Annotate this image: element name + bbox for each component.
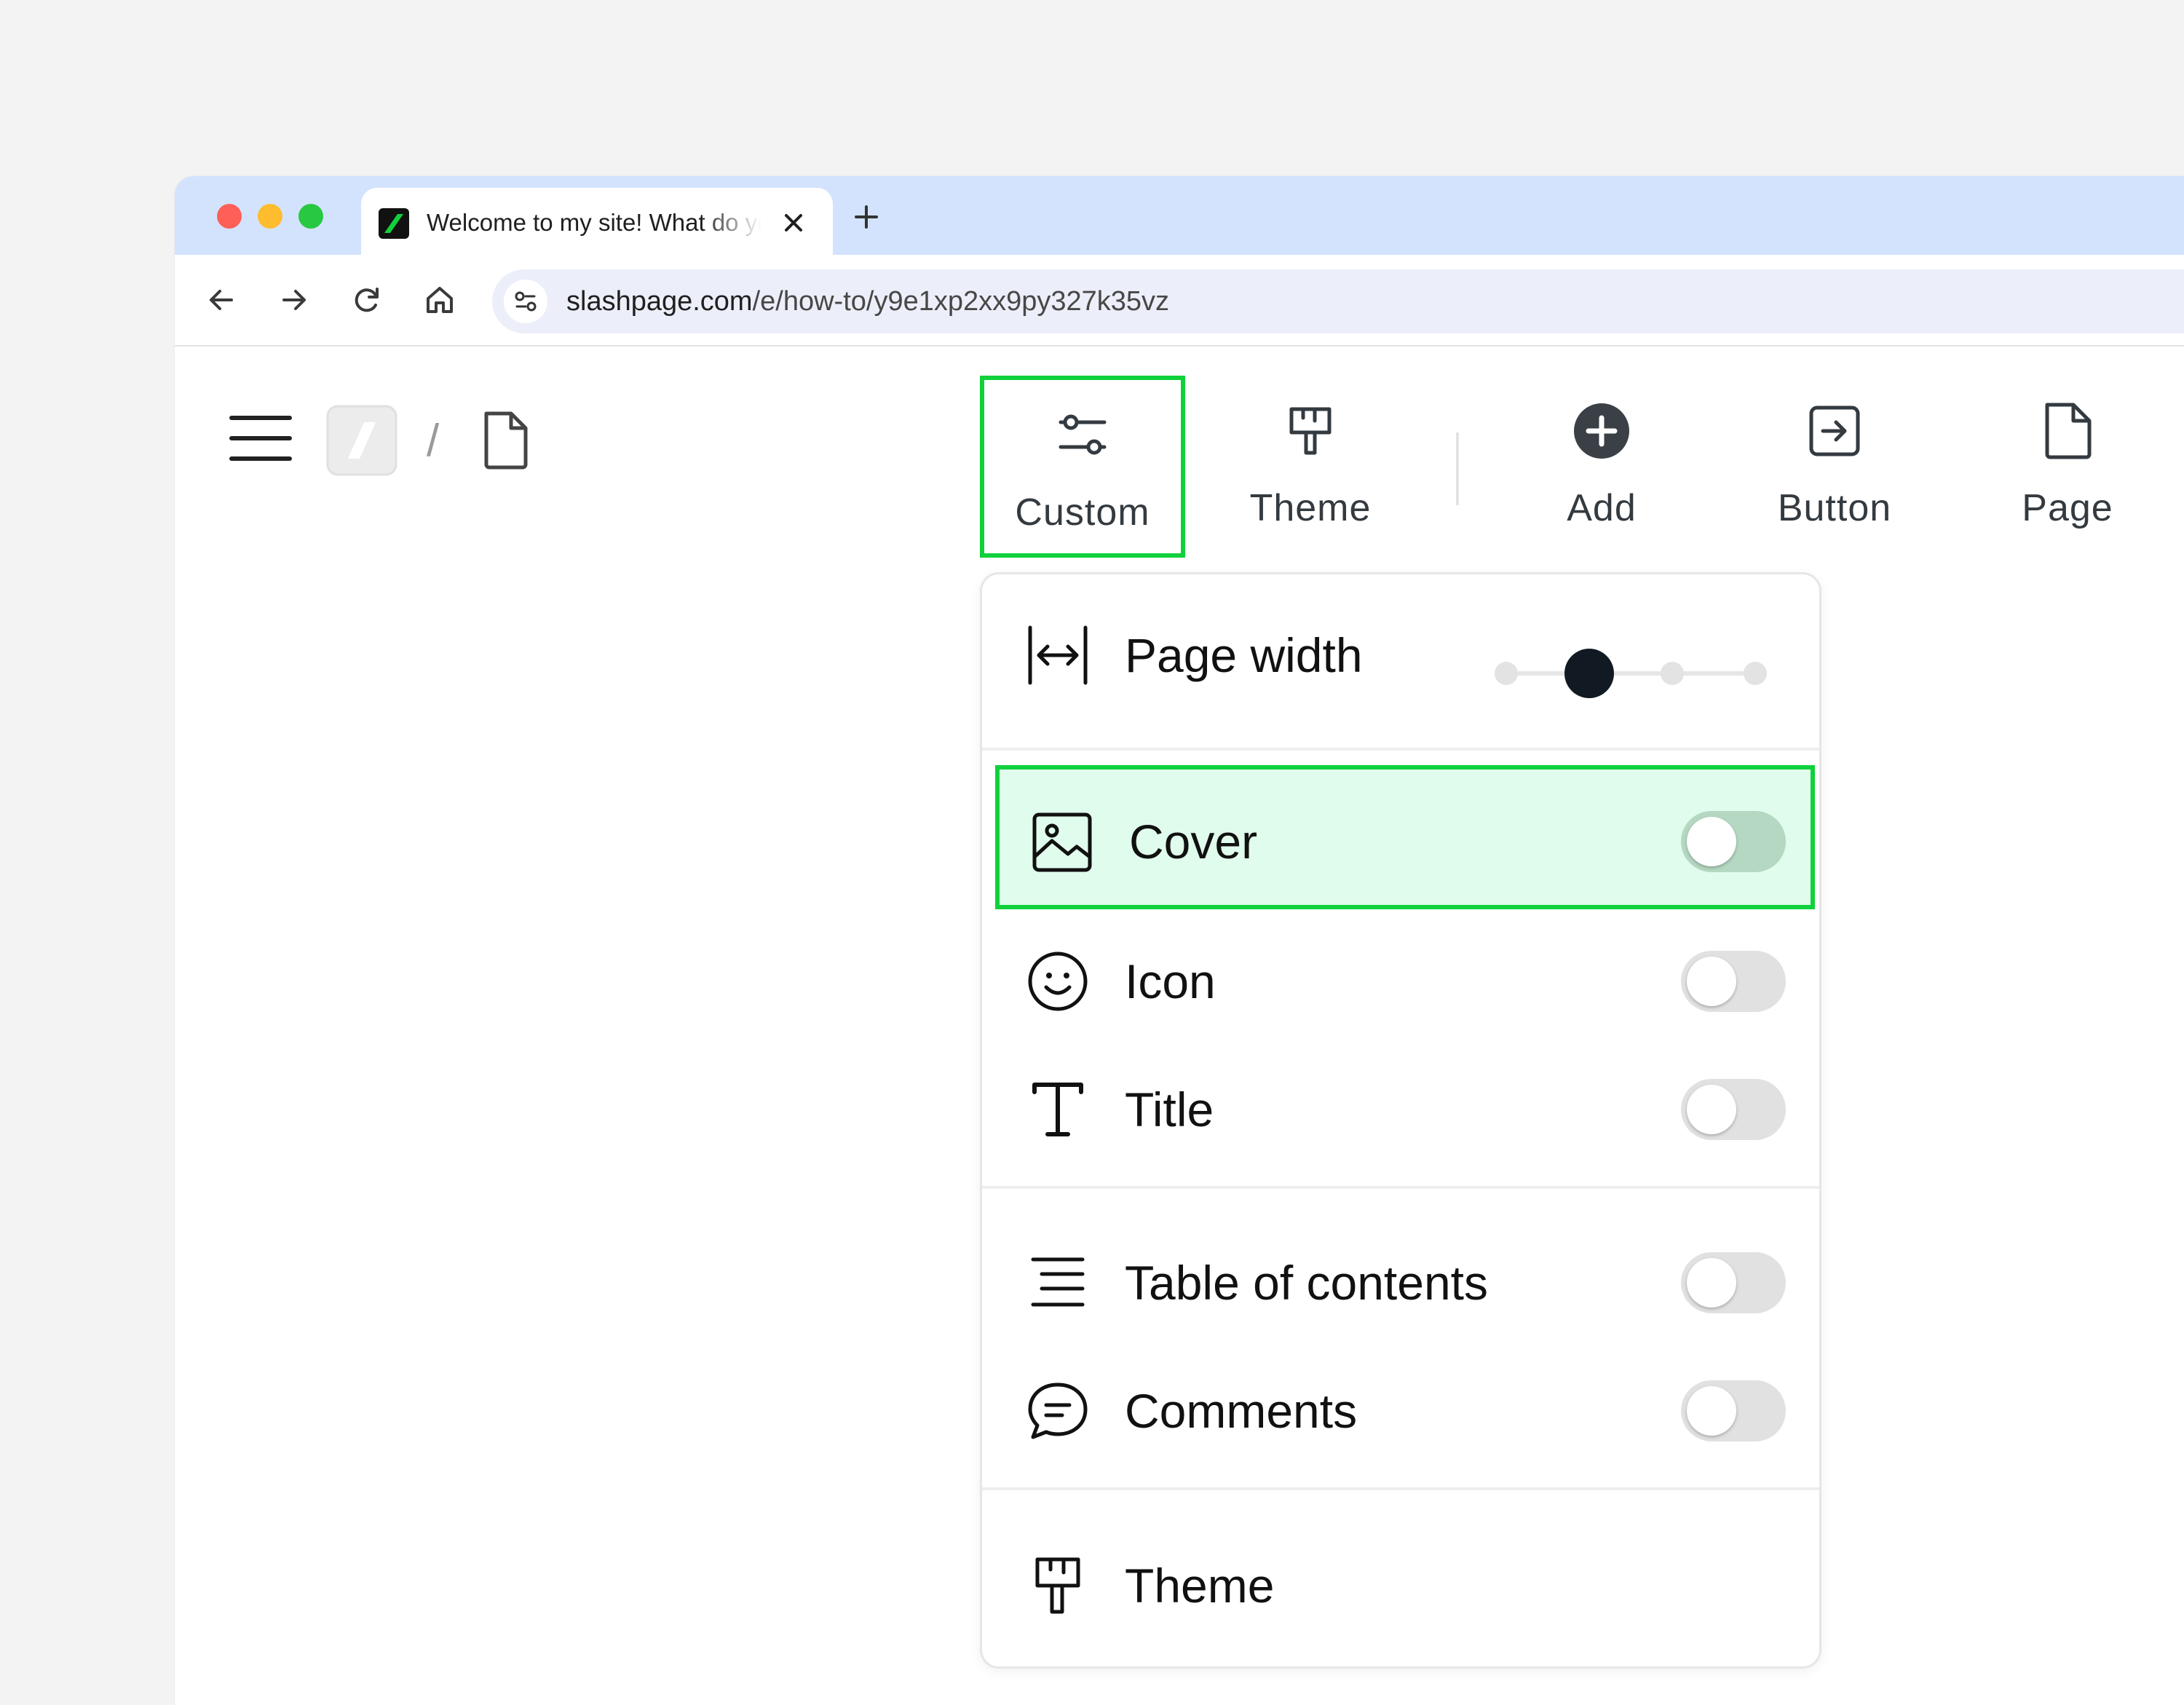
page-width-label: Page width <box>1125 628 1363 682</box>
icon-row[interactable]: Icon <box>982 919 1819 1043</box>
active-tab[interactable]: Welcome to my site! What do you want to … <box>361 188 833 255</box>
plus-circle-icon <box>1572 402 1631 460</box>
toc-icon <box>1027 1252 1088 1313</box>
slider-stop[interactable] <box>1495 662 1518 685</box>
toggle-knob <box>1687 1258 1736 1308</box>
browser-toolbar: slashpage.com/e/how-to/y9e1xp2xx9py327k3… <box>175 255 2184 347</box>
slider-track <box>1506 671 1754 676</box>
theme-label: Theme <box>1249 487 1372 529</box>
width-arrows-icon <box>1027 625 1088 686</box>
breadcrumb-separator: / <box>427 416 440 466</box>
button-arrow-icon <box>1805 402 1864 460</box>
close-tab-icon[interactable] <box>779 208 808 237</box>
comments-label: Comments <box>1125 1384 1358 1438</box>
comments-row[interactable]: Comments <box>982 1349 1819 1473</box>
home-icon[interactable] <box>422 282 457 317</box>
page-width-slider[interactable] <box>1492 644 1768 703</box>
add-label: Add <box>1567 487 1637 529</box>
close-window-button[interactable] <box>217 204 242 229</box>
title-label: Title <box>1125 1083 1214 1136</box>
toggle-knob <box>1687 957 1736 1006</box>
page-label: Page <box>2022 487 2113 529</box>
title-row[interactable]: Title <box>982 1048 1819 1171</box>
table-of-contents-toggle[interactable] <box>1681 1252 1786 1313</box>
sliders-icon <box>1053 406 1112 464</box>
reload-icon[interactable] <box>349 282 384 317</box>
slider-stop[interactable] <box>1661 662 1684 685</box>
menu-icon[interactable] <box>229 412 293 464</box>
site-settings-icon[interactable] <box>504 280 547 323</box>
back-icon[interactable] <box>204 282 239 317</box>
minimize-window-button[interactable] <box>258 204 282 229</box>
slashpage-favicon-icon <box>379 208 409 239</box>
toggle-knob <box>1687 1386 1736 1436</box>
custom-label: Custom <box>1015 491 1150 534</box>
icon-toggle[interactable] <box>1681 951 1786 1012</box>
comments-toggle[interactable] <box>1681 1380 1786 1441</box>
page-button[interactable]: Page <box>1980 376 2155 558</box>
slider-knob[interactable] <box>1564 649 1614 698</box>
tab-bar: Welcome to my site! What do you want to … <box>175 176 2184 255</box>
divider <box>982 1487 1819 1490</box>
cover-toggle[interactable] <box>1681 811 1786 872</box>
add-button[interactable]: Add <box>1500 376 1704 558</box>
new-tab-icon[interactable] <box>852 202 881 232</box>
theme-row-label: Theme <box>1125 1559 1275 1613</box>
title-toggle[interactable] <box>1681 1079 1786 1140</box>
slider-stop[interactable] <box>1744 662 1767 685</box>
url-host: slashpage.com <box>566 286 753 317</box>
page-icon[interactable] <box>480 409 531 470</box>
toolbar-divider <box>1456 432 1459 505</box>
table-of-contents-label: Table of contents <box>1125 1256 1488 1310</box>
text-t-icon <box>1027 1079 1088 1140</box>
theme-button[interactable]: Theme <box>1208 376 1412 558</box>
button-label: Button <box>1777 487 1892 529</box>
paint-roller-icon <box>1027 1555 1088 1616</box>
page-width-row: Page width <box>982 593 1819 717</box>
theme-row[interactable]: Theme <box>982 1524 1819 1647</box>
tab-title: Welcome to my site! What do you want to … <box>427 209 761 236</box>
toggle-knob <box>1687 1085 1736 1134</box>
custom-panel: Page width Cover Icon Title Table of con… <box>980 572 1821 1669</box>
paint-roller-icon <box>1281 402 1340 460</box>
url-path: /e/how-to/y9e1xp2xx9py327k35vz <box>752 286 1170 317</box>
icon-label: Icon <box>1125 954 1216 1008</box>
forward-icon[interactable] <box>277 282 312 317</box>
address-bar[interactable]: slashpage.com/e/how-to/y9e1xp2xx9py327k3… <box>492 269 2184 333</box>
toggle-knob <box>1687 817 1736 866</box>
table-of-contents-row[interactable]: Table of contents <box>982 1221 1819 1345</box>
custom-button[interactable]: Custom <box>980 376 1185 558</box>
divider <box>982 1186 1819 1189</box>
url-text[interactable]: slashpage.com/e/how-to/y9e1xp2xx9py327k3… <box>566 269 1169 333</box>
browser-window: Welcome to my site! What do you want to … <box>175 176 2184 1705</box>
site-logo[interactable] <box>326 405 397 476</box>
image-icon <box>1032 812 1093 873</box>
cover-row[interactable]: Cover <box>995 765 1815 909</box>
cover-label: Cover <box>1129 815 1258 869</box>
divider <box>982 748 1819 751</box>
page-icon <box>2038 402 2097 460</box>
button-button[interactable]: Button <box>1725 376 1944 558</box>
comment-icon <box>1027 1380 1088 1441</box>
maximize-window-button[interactable] <box>298 204 323 229</box>
smiley-icon <box>1027 951 1088 1012</box>
